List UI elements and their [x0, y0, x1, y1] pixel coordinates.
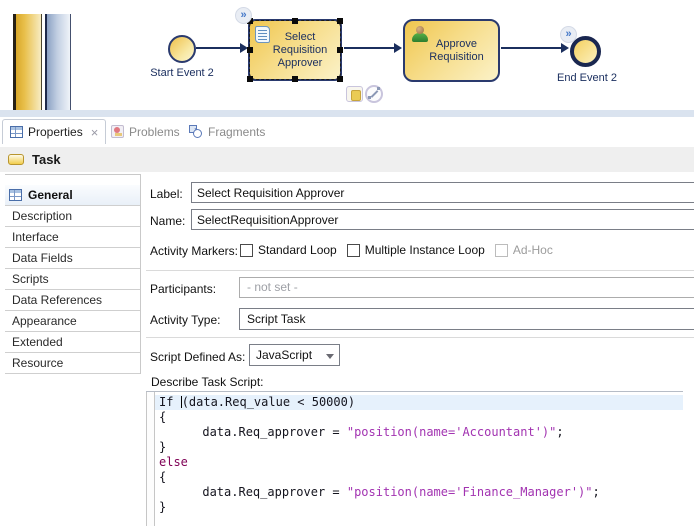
start-event-label: Start Event 2: [137, 67, 227, 79]
jump-to-icon[interactable]: »: [235, 7, 252, 24]
selection-handle[interactable]: [292, 76, 298, 82]
process-canvas[interactable]: Start Event 2 Select Requisition Approve…: [0, 0, 694, 110]
selection-handle[interactable]: [292, 18, 298, 24]
name-input[interactable]: [191, 209, 694, 230]
general-page-icon: [9, 189, 22, 201]
describe-task-script-label: Describe Task Script:: [151, 375, 263, 389]
participants-field[interactable]: - not set -: [239, 277, 694, 298]
chevron-down-icon: [326, 354, 334, 359]
activity-type-label: Activity Type:: [150, 313, 220, 327]
section-header: Task: [0, 147, 694, 172]
properties-view-icon: [10, 126, 23, 138]
jump-to-icon[interactable]: »: [560, 26, 577, 43]
selection-handle[interactable]: [247, 76, 253, 82]
tab-label: Problems: [129, 125, 180, 139]
sidebar-item-data-references[interactable]: Data References: [5, 290, 140, 311]
code-line[interactable]: {: [155, 470, 683, 485]
activity-type-field[interactable]: Script Task: [239, 308, 694, 330]
sidebar-item-data-fields[interactable]: Data Fields: [5, 248, 140, 269]
multiple-instance-loop-label: Multiple Instance Loop: [365, 243, 485, 257]
problems-view-icon: [111, 125, 124, 138]
fragments-view-icon: [189, 125, 203, 138]
script-editor[interactable]: If (data.Req_value < 50000){ data.Req_ap…: [146, 391, 683, 526]
sidebar-item-general[interactable]: General: [5, 185, 140, 206]
start-event-shape[interactable]: [168, 35, 196, 63]
sidebar-item-resource[interactable]: Resource: [5, 353, 140, 374]
selection-handle[interactable]: [337, 47, 343, 53]
sequence-flow-1[interactable]: [196, 47, 241, 49]
sidebar-item-scripts[interactable]: Scripts: [5, 269, 140, 290]
label-input[interactable]: [191, 182, 694, 203]
editor-annotation-ruler[interactable]: [146, 392, 155, 526]
task-approve-requisition[interactable]: Approve Requisition: [403, 19, 500, 82]
view-splitter[interactable]: [0, 110, 694, 117]
participants-label: Participants:: [150, 282, 216, 296]
connection-assist-icon[interactable]: [365, 85, 383, 103]
code-line[interactable]: {: [155, 410, 683, 425]
name-field-label: Name:: [150, 214, 185, 228]
standard-loop-label: Standard Loop: [258, 243, 337, 257]
form-separator: [146, 337, 694, 338]
ad-hoc-label: Ad-Hoc: [513, 243, 553, 257]
app-window: Start Event 2 Select Requisition Approve…: [0, 0, 694, 526]
label-field-label: Label:: [150, 187, 183, 201]
end-event-label: End Event 2: [542, 72, 632, 84]
tab-fragments[interactable]: Fragments: [182, 119, 272, 144]
close-icon[interactable]: ×: [91, 125, 99, 140]
script-language-dropdown[interactable]: JavaScript: [249, 344, 340, 366]
script-defined-as-label: Script Defined As:: [150, 350, 245, 364]
script-task-icon: [255, 26, 270, 43]
pool-edge-blue[interactable]: [45, 14, 71, 110]
selection-handle[interactable]: [337, 18, 343, 24]
sidebar-item-appearance[interactable]: Appearance: [5, 311, 140, 332]
activity-markers-label: Activity Markers:: [150, 244, 238, 258]
activity-markers-group: Standard Loop Multiple Instance Loop Ad-…: [240, 241, 553, 259]
script-editor-code[interactable]: If (data.Req_value < 50000){ data.Req_ap…: [155, 392, 683, 526]
code-line[interactable]: If (data.Req_value < 50000): [155, 395, 683, 410]
selection-handle[interactable]: [337, 76, 343, 82]
view-tabbar: Properties × Problems Fragments: [0, 117, 694, 144]
task-shape-icon: [8, 154, 24, 165]
sidebar-item-description[interactable]: Description: [5, 206, 140, 227]
code-line[interactable]: }: [155, 500, 683, 515]
quick-edit-icon[interactable]: [346, 86, 363, 102]
checkbox-ad-hoc: [495, 244, 508, 257]
tab-label: Fragments: [208, 125, 265, 139]
code-line[interactable]: data.Req_approver = "position(name='Fina…: [155, 485, 683, 500]
form-separator: [146, 270, 694, 271]
sequence-flow-3[interactable]: [501, 47, 562, 49]
end-event-shape[interactable]: [570, 36, 601, 67]
tab-label: Properties: [28, 125, 83, 139]
sidebar-item-extended[interactable]: Extended: [5, 332, 140, 353]
tab-problems[interactable]: Problems: [104, 119, 187, 144]
section-title: Task: [32, 152, 61, 167]
sequence-flow-2[interactable]: [344, 47, 395, 49]
pool-edge-yellow[interactable]: [13, 14, 42, 110]
code-line[interactable]: else: [155, 455, 683, 470]
code-line[interactable]: }: [155, 440, 683, 455]
task-select-requisition-approver[interactable]: Select Requisition Approver: [248, 19, 342, 81]
sidebar-item-interface[interactable]: Interface: [5, 227, 140, 248]
checkbox-multiple-instance-loop[interactable]: [347, 244, 360, 257]
dropdown-value: JavaScript: [256, 348, 312, 362]
tab-properties[interactable]: Properties ×: [2, 119, 106, 144]
checkbox-standard-loop[interactable]: [240, 244, 253, 257]
user-task-icon: [412, 26, 428, 42]
code-line[interactable]: data.Req_approver = "position(name='Acco…: [155, 425, 683, 440]
properties-sidebar: General Description Interface Data Field…: [5, 174, 141, 374]
selection-handle[interactable]: [247, 47, 253, 53]
